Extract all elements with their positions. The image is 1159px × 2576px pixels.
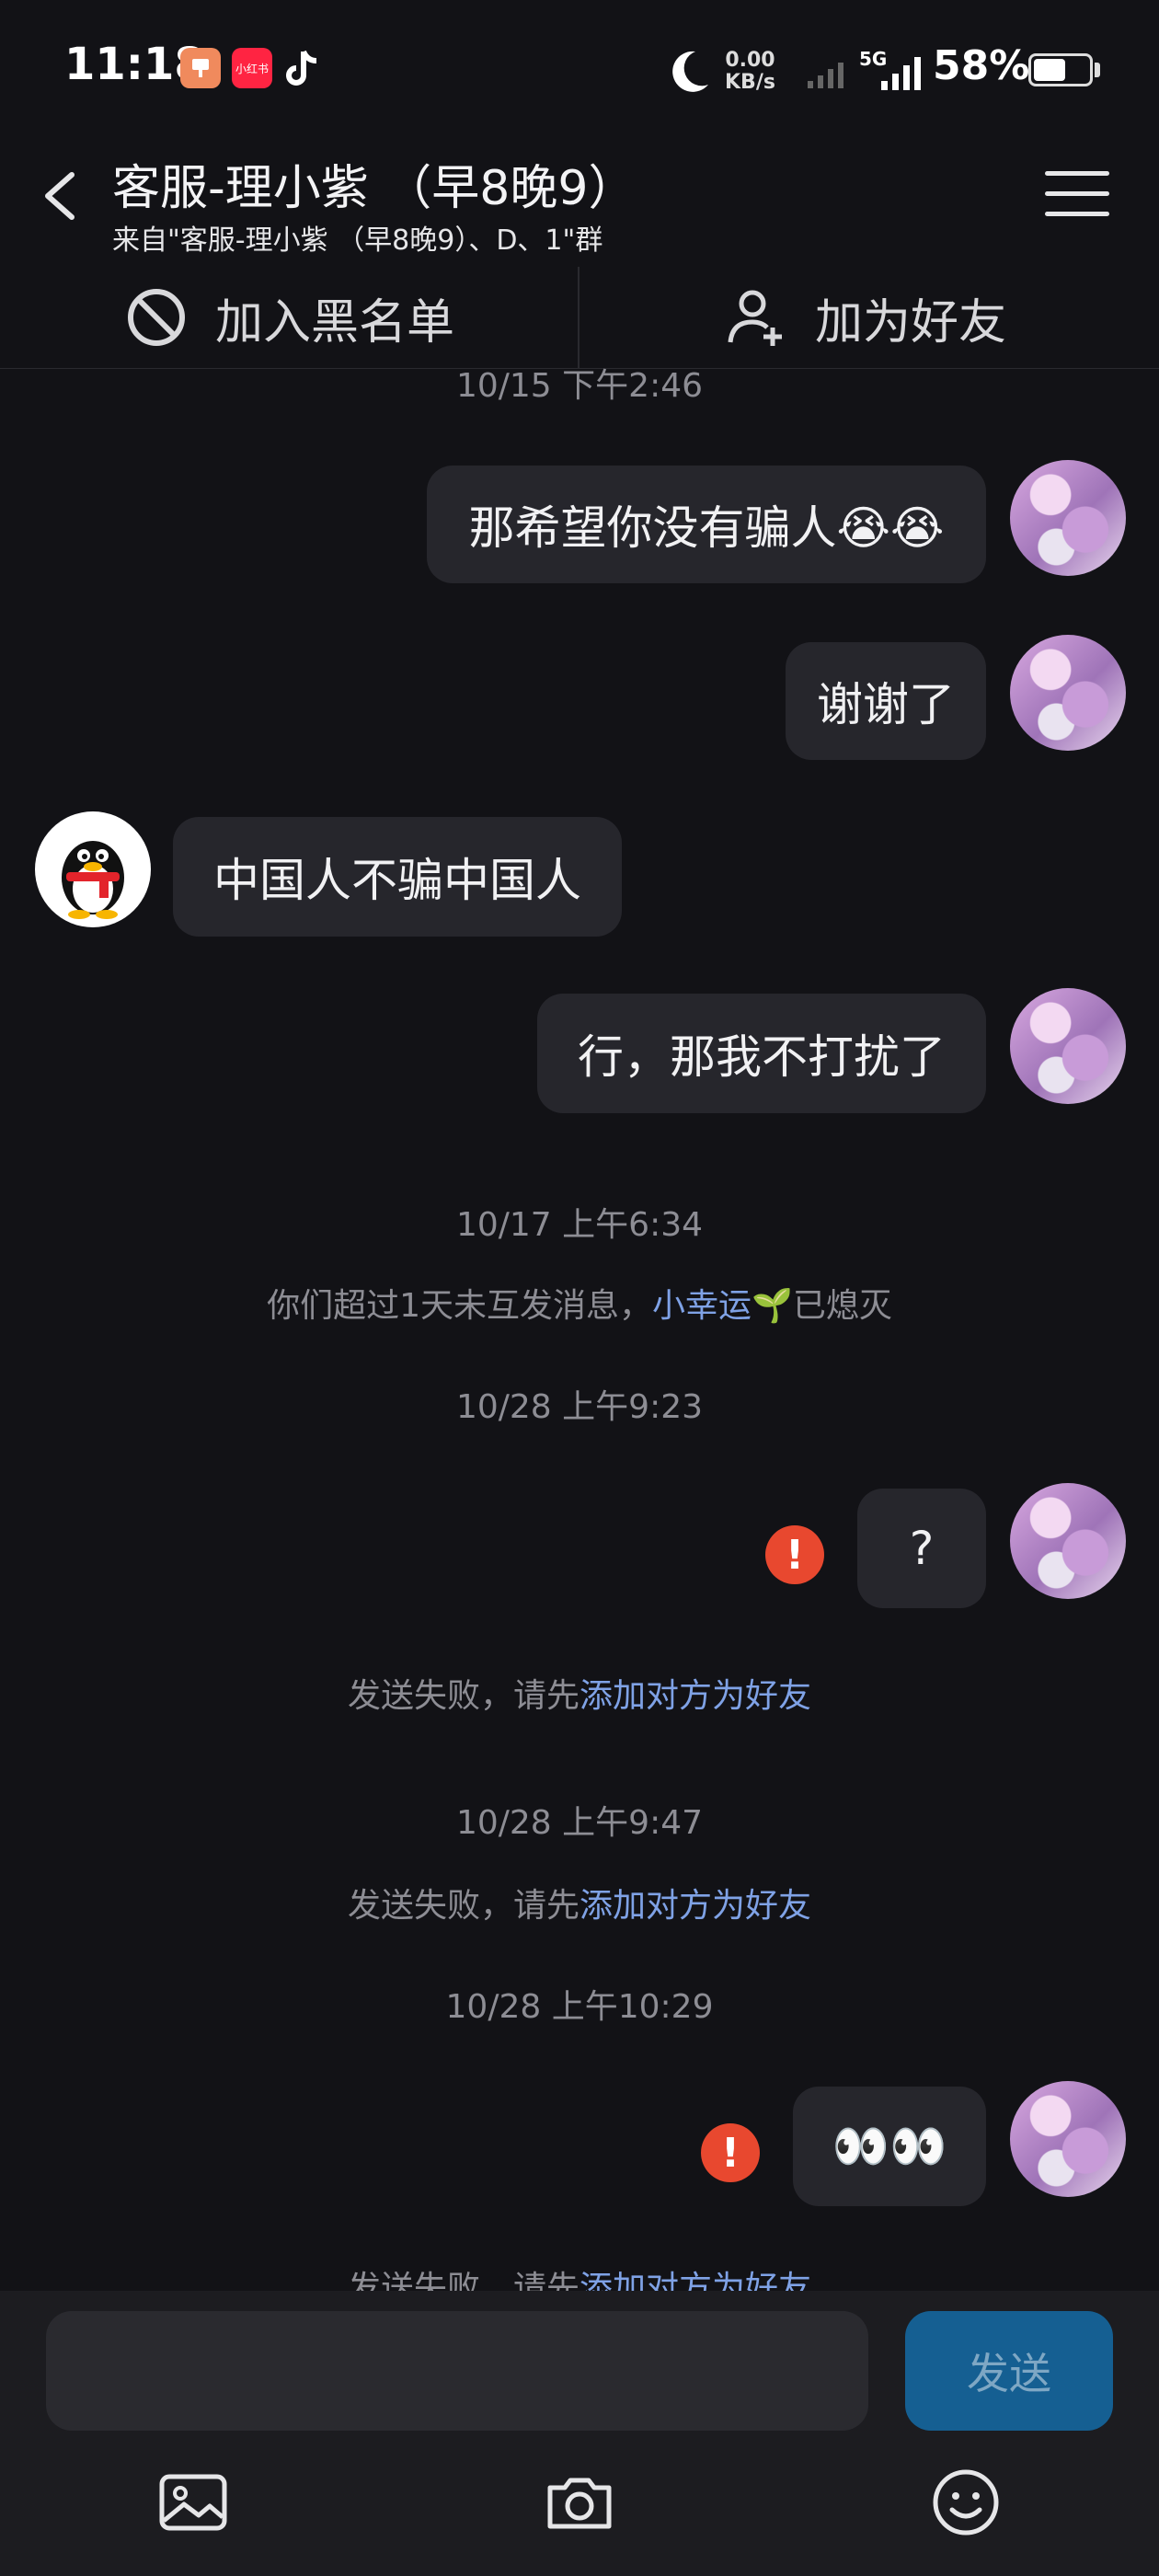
send-failed-notice: 发送失败，请先添加对方为好友 — [0, 1879, 1159, 1926]
action-bar: 加入黑名单 加为好友 — [0, 267, 1159, 369]
chevron-left-icon — [45, 172, 75, 220]
image-picker-button[interactable] — [156, 2466, 230, 2539]
notice-text: 🌱已熄灭 — [752, 1287, 892, 1325]
avatar-self[interactable] — [1010, 1483, 1126, 1599]
timestamp: 10/28 上午10:29 — [445, 1988, 714, 2026]
menu-icon-line — [1045, 191, 1109, 196]
back-button[interactable] — [28, 155, 98, 237]
avatar-self[interactable] — [1010, 460, 1126, 576]
notice-text: 发送失败，请先 — [347, 1677, 580, 1715]
add-friend-link[interactable]: 添加对方为好友 — [580, 1677, 811, 1715]
timestamp: 10/28 上午9:47 — [455, 1804, 704, 1842]
add-friend-button[interactable]: 加为好友 — [727, 267, 1006, 368]
avatar-self[interactable] — [1010, 988, 1126, 1104]
message-bubble-sent[interactable]: ? — [857, 1489, 986, 1608]
message-bubble-sent[interactable]: 谢谢了 — [786, 642, 986, 760]
timestamp: 10/15 下午2:46 — [455, 367, 704, 405]
signal-sim1-icon — [806, 53, 850, 90]
camera-button[interactable] — [543, 2466, 616, 2539]
status-bar: 11:18 小红书 0.00 KB/s 5G 58% — [0, 0, 1159, 138]
message-input[interactable] — [46, 2311, 868, 2431]
avatar-contact[interactable] — [35, 811, 151, 927]
notice-text: 发送失败，请先 — [347, 1887, 580, 1925]
message-bubble-sent[interactable]: 行，那我不打扰了 — [537, 994, 986, 1113]
system-notice: 你们超过1天未互发消息，小幸运🌱已熄灭 — [0, 1279, 1159, 1327]
camera-icon — [547, 2478, 612, 2529]
lucky-link[interactable]: 小幸运 — [652, 1287, 752, 1325]
avatar-self[interactable] — [1010, 2081, 1126, 2197]
xiaohongshu-label: 小红书 — [235, 62, 269, 75]
menu-button[interactable] — [1039, 166, 1115, 223]
add-friend-label: 加为好友 — [815, 294, 1007, 351]
network-speed-unit: KB/s — [725, 71, 775, 94]
network-speed: 0.00 KB/s — [725, 50, 775, 94]
battery-percent: 58% — [933, 42, 1030, 89]
signal-sim2-icon — [876, 53, 925, 92]
battery-cap — [1095, 63, 1100, 77]
page-subtitle: 来自"客服-理小紫 （早8晚9）、D、1"群 — [112, 224, 603, 257]
message-bubble-sent[interactable]: 👀👀 — [793, 2087, 986, 2206]
tiktok-icon — [280, 46, 324, 92]
battery-icon — [1028, 53, 1093, 86]
image-icon — [159, 2474, 227, 2531]
error-icon[interactable]: ! — [701, 2123, 760, 2182]
moon-icon — [668, 46, 712, 94]
network-speed-value: 0.00 — [725, 49, 775, 72]
send-failed-notice: 发送失败，请先添加对方为好友 — [0, 1669, 1159, 1717]
notice-text: 你们超过1天未互发消息， — [267, 1287, 653, 1325]
smiley-icon — [933, 2469, 999, 2536]
block-icon — [128, 289, 185, 346]
avatar-self[interactable] — [1010, 635, 1126, 751]
menu-icon-line — [1045, 171, 1109, 176]
action-divider — [578, 267, 580, 368]
block-label: 加入黑名单 — [215, 294, 455, 351]
add-friend-link[interactable]: 添加对方为好友 — [580, 1887, 811, 1925]
emoji-button[interactable] — [929, 2466, 1003, 2539]
timestamp: 10/17 上午6:34 — [455, 1206, 704, 1244]
timestamp: 10/28 上午9:23 — [455, 1388, 704, 1426]
battery-fill — [1034, 59, 1065, 81]
qq-penguin-icon — [62, 841, 124, 919]
xiaohongshu-icon: 小红书 — [232, 48, 272, 88]
menu-icon-line — [1045, 212, 1109, 216]
message-bubble-received[interactable]: 中国人不骗中国人 — [173, 817, 622, 937]
message-bubble-sent[interactable]: 那希望你没有骗人😭😭 — [427, 466, 986, 583]
add-user-icon — [728, 290, 782, 346]
send-button[interactable]: 发送 — [905, 2311, 1113, 2431]
block-button[interactable]: 加入黑名单 — [125, 267, 454, 368]
error-icon[interactable]: ! — [765, 1525, 824, 1584]
app-notification-icon — [180, 48, 221, 88]
page-title: 客服-理小紫 （早8晚9） — [112, 161, 637, 216]
